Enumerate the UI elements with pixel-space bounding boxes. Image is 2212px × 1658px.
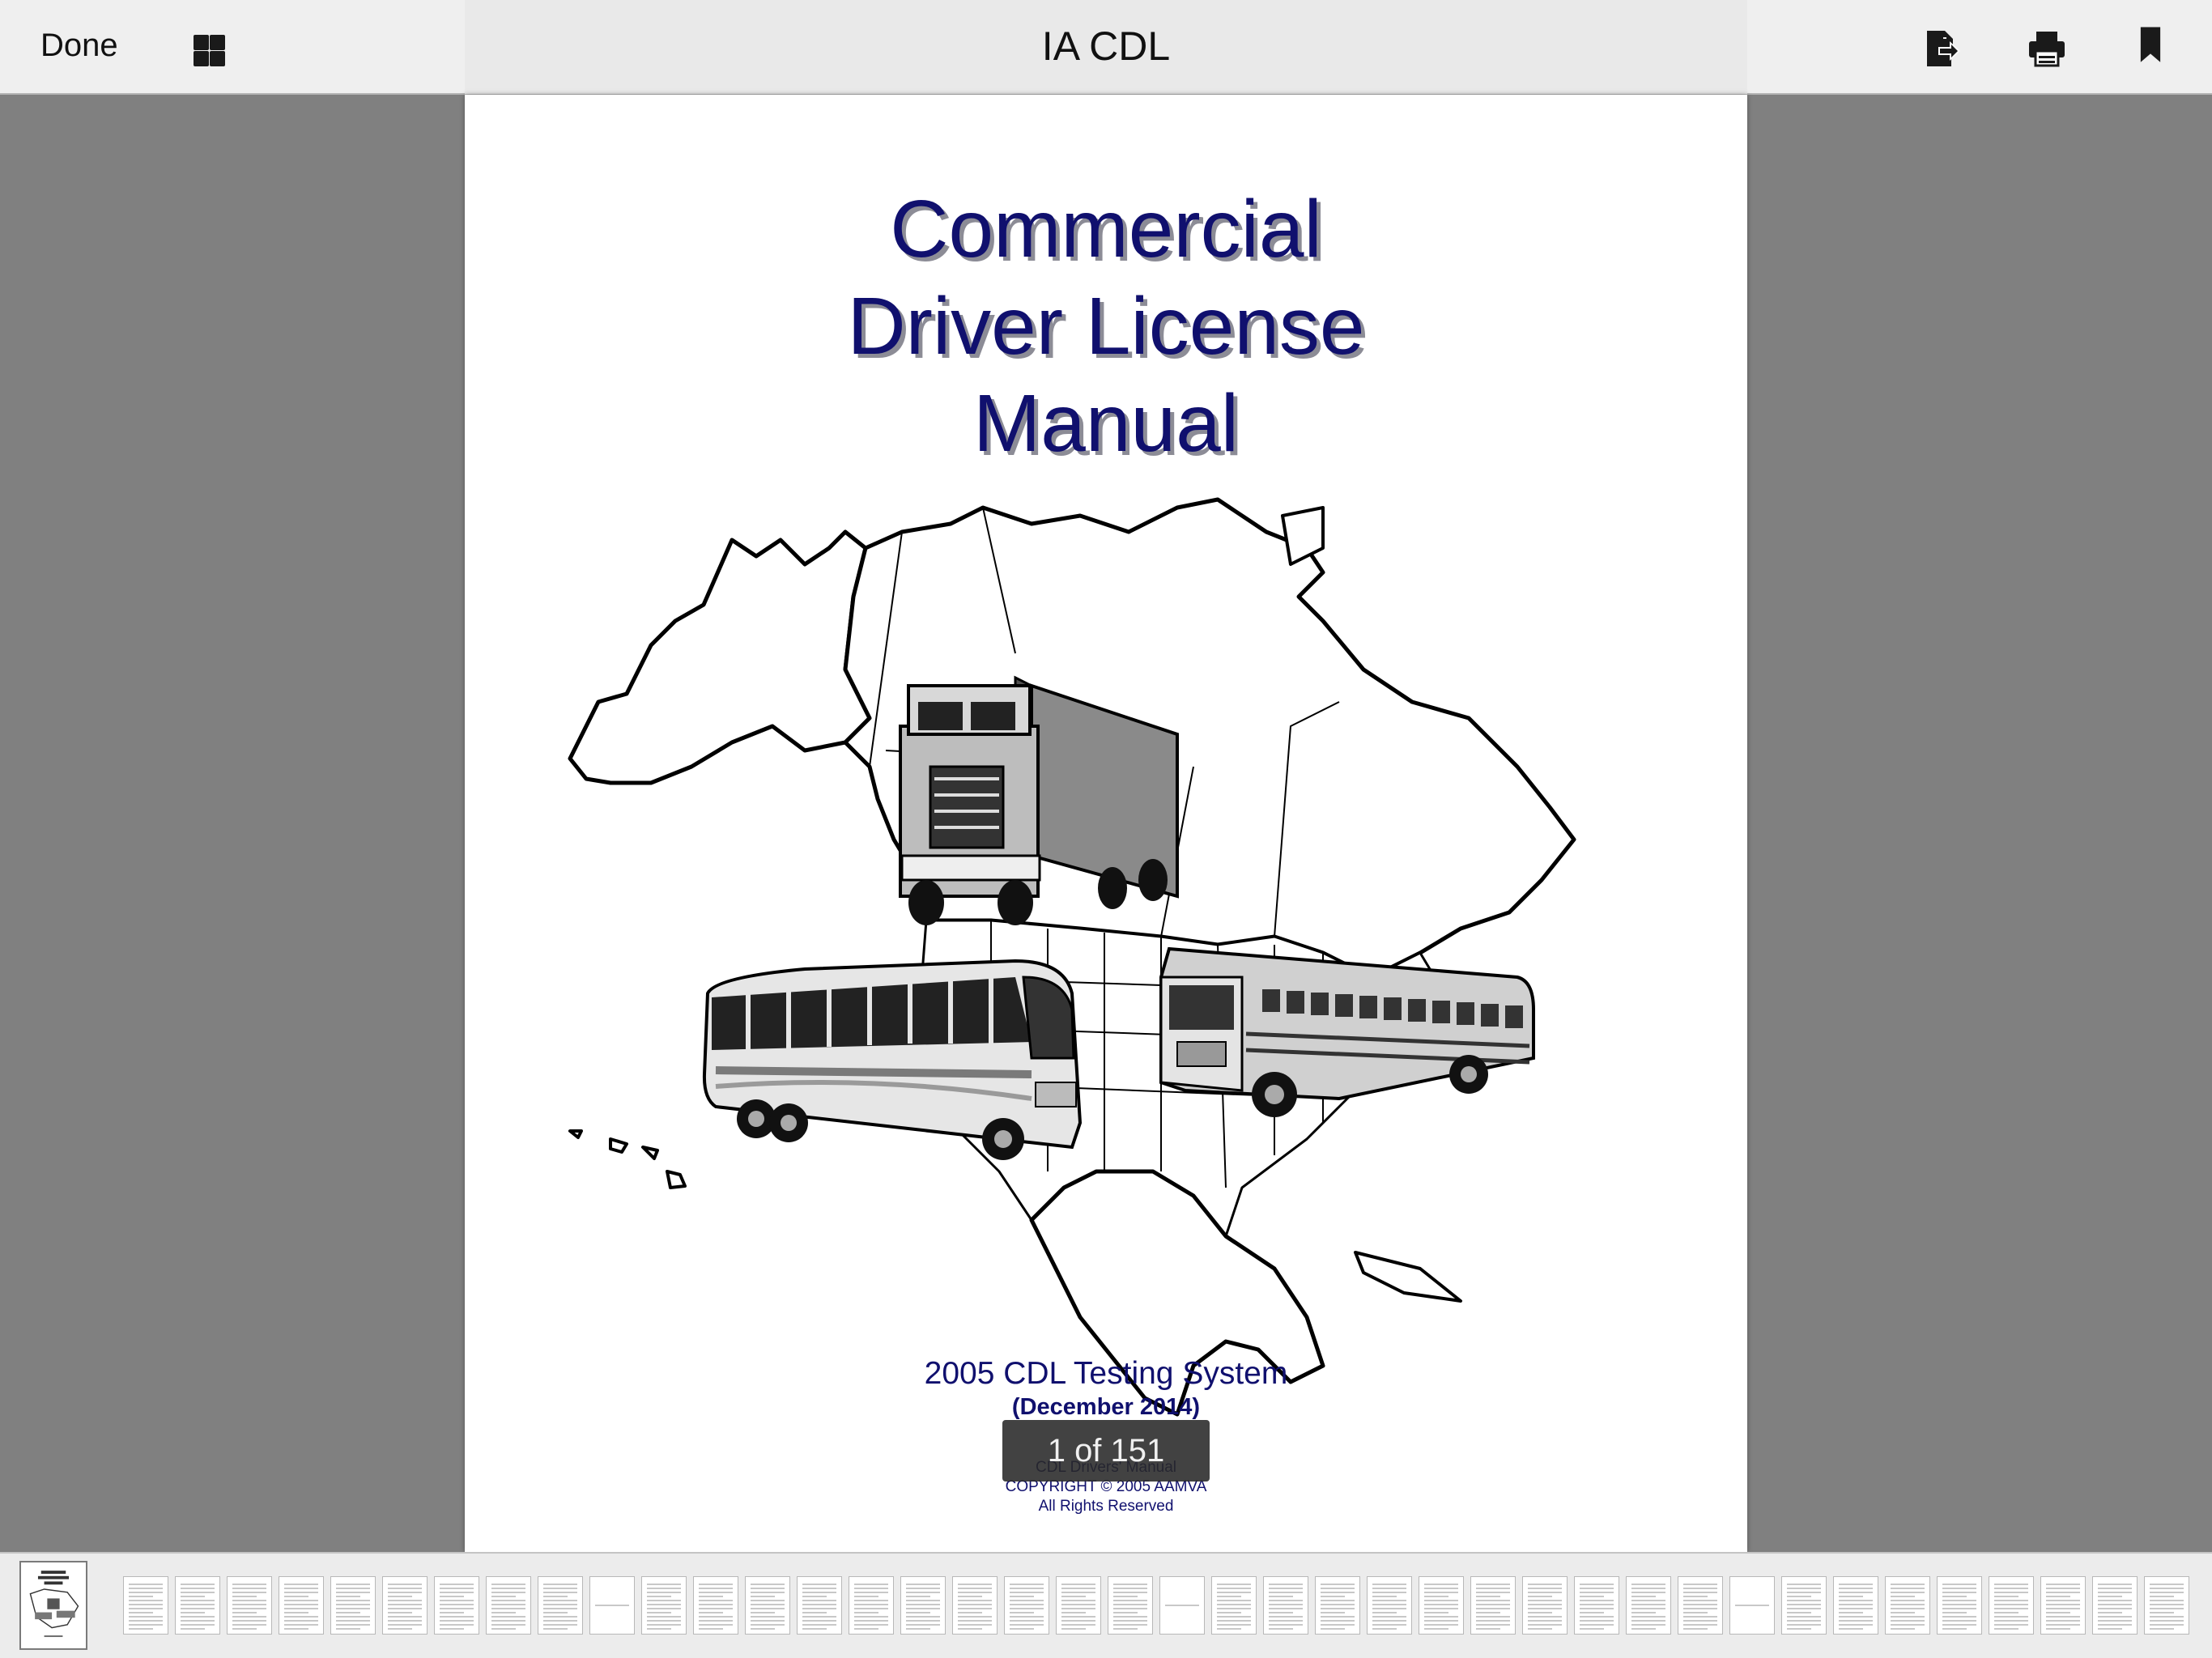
school-bus-icon [1159,946,1535,1117]
page-thumbnail[interactable] [1315,1576,1360,1635]
page-thumbnail[interactable] [1470,1576,1516,1635]
page-thumbnail[interactable] [538,1576,583,1635]
north-america-map-icon [568,497,1576,1417]
title-line-2: Driver License [847,281,1365,372]
page-thumbnail[interactable] [1367,1576,1412,1635]
page-thumbnail[interactable] [1211,1576,1257,1635]
page-thumbnail[interactable] [486,1576,531,1635]
document-title: IA CDL [1041,23,1171,69]
testing-system-subtitle: 2005 CDL Testing System [924,1356,1288,1391]
page-thumbnail[interactable] [1678,1576,1723,1635]
page-thumbnail[interactable] [123,1576,168,1635]
page-thumbnail[interactable] [1004,1576,1049,1635]
page-thumbnail[interactable] [175,1576,220,1635]
page-thumbnail[interactable] [900,1576,946,1635]
page-thumbnail[interactable] [227,1576,272,1635]
page-thumbnail[interactable] [745,1576,790,1635]
page-thumbnail[interactable] [589,1576,635,1635]
cover-thumbnail-icon [29,1571,79,1638]
bookmark-icon[interactable] [2129,24,2172,66]
page-thumbnail[interactable] [1989,1576,2034,1635]
edition-date: (December 2014) [1011,1394,1201,1420]
page-thumbnail[interactable] [382,1576,428,1635]
page-thumbnail[interactable] [1056,1576,1101,1635]
page-thumbnail[interactable] [1159,1576,1205,1635]
page-thumbnail[interactable] [1781,1576,1827,1635]
page-thumbnail[interactable] [1885,1576,1930,1635]
share-export-icon[interactable] [1922,28,1964,70]
current-page-thumbnail[interactable] [19,1561,87,1650]
coach-bus-icon [702,959,1083,1160]
page-thumbnail[interactable] [849,1576,894,1635]
title-line-1: Commercial [890,184,1322,274]
page-thumbnail[interactable] [2092,1576,2138,1635]
document-page[interactable]: Commercial Driver License Manual 2005 CD… [465,95,1747,1552]
page-thumbnail[interactable] [1729,1576,1775,1635]
page-thumbnail[interactable] [279,1576,324,1635]
manual-title: Commercial Driver License Manual [465,181,1747,472]
page-thumbnail[interactable] [1522,1576,1568,1635]
page-thumbnail[interactable] [2040,1576,2086,1635]
page-thumbnail[interactable] [1419,1576,1464,1635]
top-toolbar: Done IA CDL [0,0,2212,95]
footer-rights: All Rights Reserved [1038,1498,1174,1515]
thumbnail-strip[interactable] [0,1552,2212,1658]
page-thumbnail[interactable] [1108,1576,1153,1635]
page-thumbnail[interactable] [2144,1576,2189,1635]
page-thumbnail[interactable] [1626,1576,1671,1635]
page-thumbnail[interactable] [952,1576,998,1635]
print-icon[interactable] [2026,28,2068,70]
page-thumbnail[interactable] [1263,1576,1308,1635]
cover-illustration [568,497,1576,1417]
page-thumbnail[interactable] [1937,1576,1982,1635]
page-thumbnail[interactable] [330,1576,376,1635]
page-thumbnail[interactable] [1574,1576,1619,1635]
page-thumbnail[interactable] [797,1576,842,1635]
title-line-3: Manual [973,378,1239,469]
page-thumbnail[interactable] [641,1576,687,1635]
page-indicator: 1 of 151 [1002,1420,1210,1482]
page-thumbnail[interactable] [434,1576,479,1635]
page-thumbnail[interactable] [693,1576,738,1635]
page-thumbnail[interactable] [1833,1576,1878,1635]
